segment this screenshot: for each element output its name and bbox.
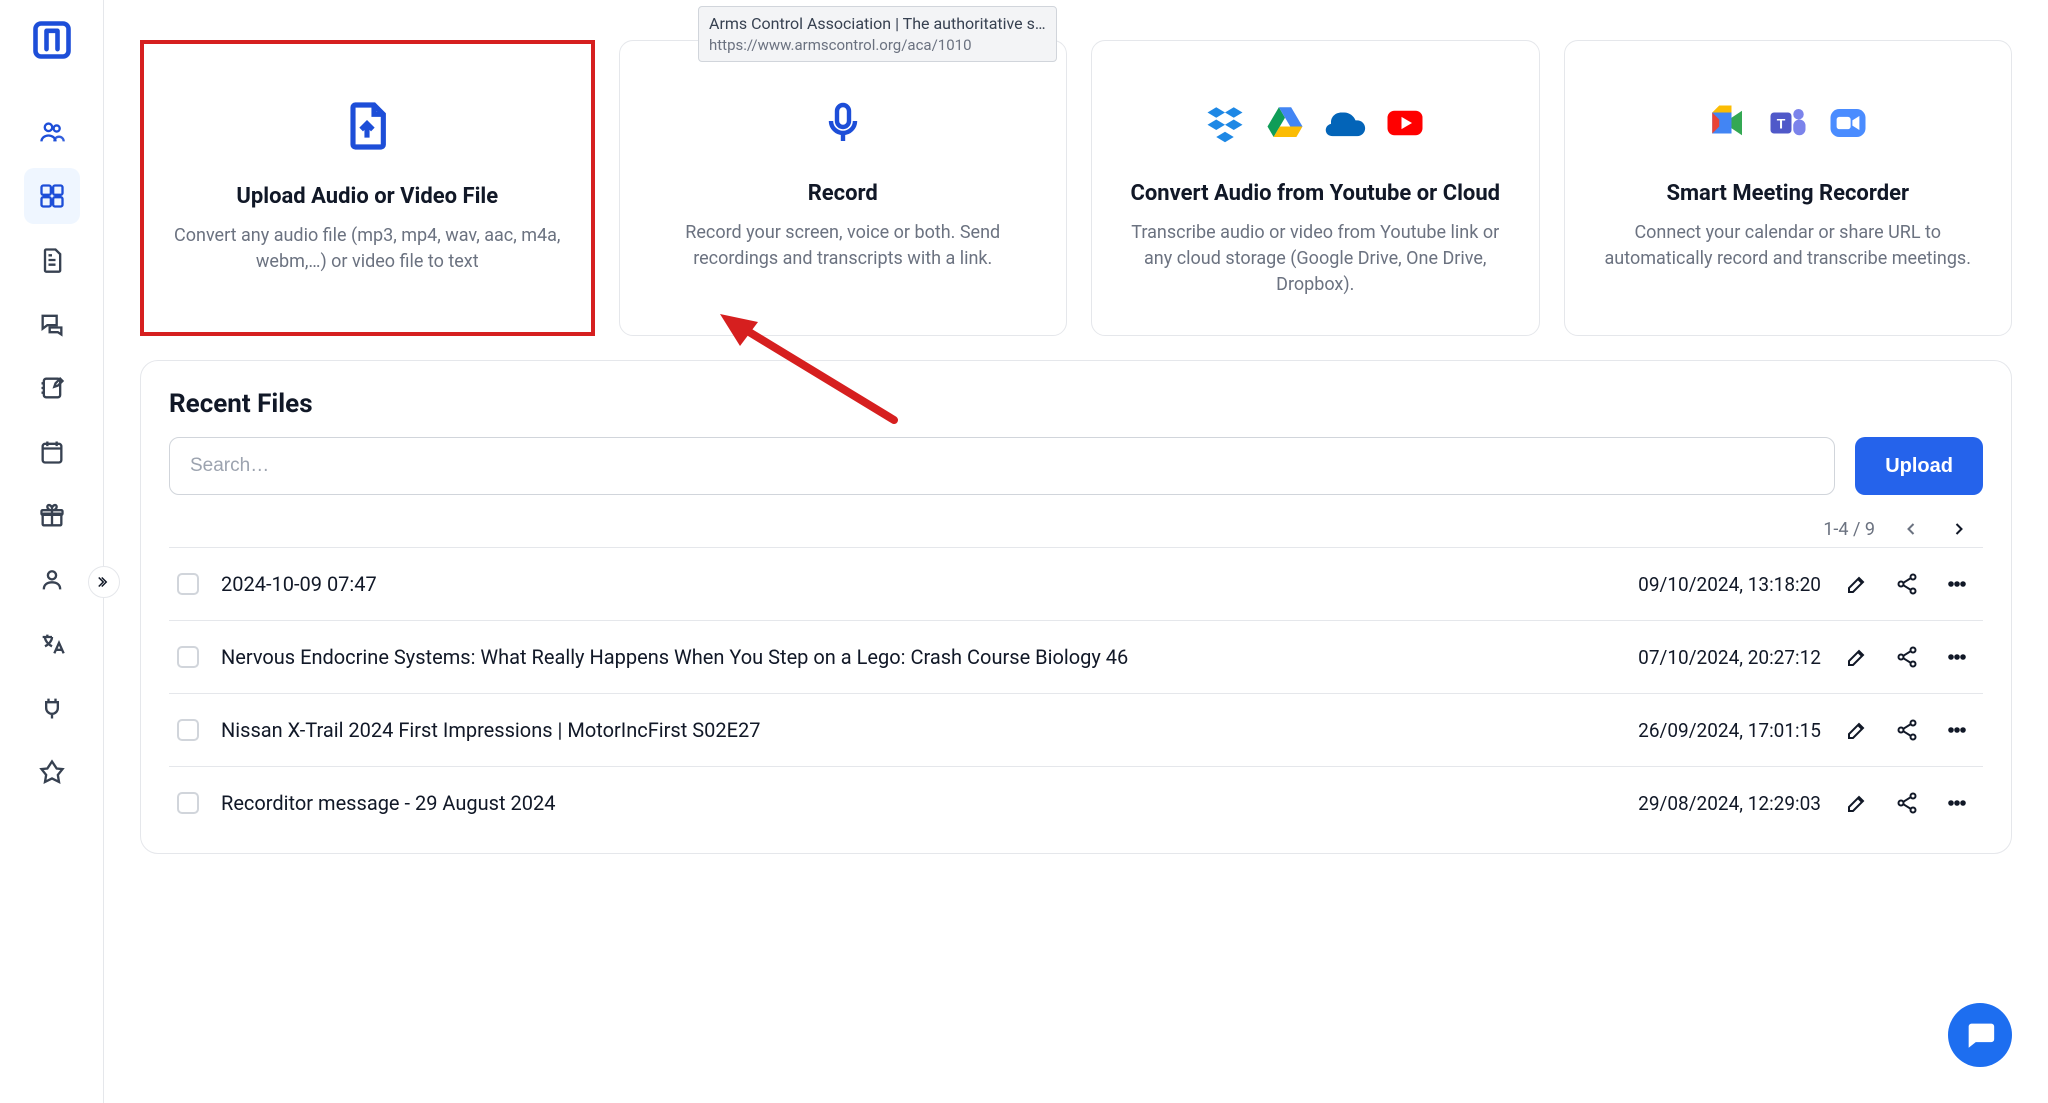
share-icon[interactable]: [1893, 643, 1921, 671]
onedrive-icon: [1324, 102, 1366, 144]
meeting-services-icons: T: [1707, 83, 1869, 163]
row-checkbox[interactable]: [177, 646, 199, 668]
card-upload-title: Upload Audio or Video File: [236, 184, 498, 209]
hover-tooltip: Arms Control Association | The authorita…: [698, 6, 1057, 62]
tooltip-title: Arms Control Association | The authorita…: [709, 13, 1046, 35]
nav-premium-icon[interactable]: [24, 744, 80, 800]
more-icon[interactable]: [1943, 716, 1971, 744]
card-cloud-title: Convert Audio from Youtube or Cloud: [1130, 181, 1500, 206]
svg-text:T: T: [1776, 115, 1785, 131]
google-drive-icon: [1264, 102, 1306, 144]
more-icon[interactable]: [1943, 789, 1971, 817]
row-checkbox[interactable]: [177, 719, 199, 741]
edit-icon[interactable]: [1843, 716, 1871, 744]
card-upload-desc: Convert any audio file (mp3, mp4, wav, a…: [168, 223, 567, 275]
file-name: 2024-10-09 07:47: [221, 572, 1549, 596]
nav-calendar-icon[interactable]: [24, 424, 80, 480]
file-list: 2024-10-09 07:47 09/10/2024, 13:18:20 Ne…: [169, 547, 1983, 839]
microphone-icon: [819, 83, 867, 163]
share-icon[interactable]: [1893, 570, 1921, 598]
nav-gift-icon[interactable]: [24, 488, 80, 544]
search-row: Upload: [169, 437, 1983, 495]
file-name: Nissan X-Trail 2024 First Impressions | …: [221, 718, 1549, 742]
dropbox-icon: [1204, 102, 1246, 144]
card-cloud-convert[interactable]: Convert Audio from Youtube or Cloud Tran…: [1091, 40, 1540, 336]
file-name: Recorditor message - 29 August 2024: [221, 791, 1549, 815]
file-date: 29/08/2024, 12:29:03: [1571, 792, 1821, 815]
chat-support-button[interactable]: [1948, 1003, 2012, 1067]
nav-language-icon[interactable]: [24, 616, 80, 672]
upload-file-icon: [339, 86, 395, 166]
recent-files-panel: Recent Files Upload 1-4 / 9 2024-10-09 0…: [140, 360, 2012, 854]
more-icon[interactable]: [1943, 570, 1971, 598]
edit-icon[interactable]: [1843, 643, 1871, 671]
file-date: 26/09/2024, 17:01:15: [1571, 719, 1821, 742]
card-meeting-recorder[interactable]: T Smart Meeting Recorder Connect your ca…: [1564, 40, 2013, 336]
main-content: Upload Audio or Video File Convert any a…: [104, 0, 2048, 1103]
pagination-next-button[interactable]: [1947, 517, 1971, 541]
card-record-desc: Record your screen, voice or both. Send …: [644, 220, 1043, 272]
search-input[interactable]: [169, 437, 1835, 495]
sidebar: [0, 0, 104, 1103]
app-logo[interactable]: [24, 12, 80, 68]
row-checkbox[interactable]: [177, 573, 199, 595]
share-icon[interactable]: [1893, 716, 1921, 744]
pagination: 1-4 / 9: [169, 507, 1983, 547]
nav-dashboard-icon[interactable]: [24, 168, 80, 224]
nav-document-icon[interactable]: [24, 232, 80, 288]
file-row[interactable]: Recorditor message - 29 August 2024 29/0…: [169, 766, 1983, 839]
file-row[interactable]: Nervous Endocrine Systems: What Really H…: [169, 620, 1983, 693]
card-record[interactable]: Record Record your screen, voice or both…: [619, 40, 1068, 336]
file-date: 07/10/2024, 20:27:12: [1571, 646, 1821, 669]
edit-icon[interactable]: [1843, 570, 1871, 598]
pagination-label: 1-4 / 9: [1823, 519, 1875, 540]
file-date: 09/10/2024, 13:18:20: [1571, 573, 1821, 596]
edit-icon[interactable]: [1843, 789, 1871, 817]
nav-chat-icon[interactable]: [24, 296, 80, 352]
nav-team-icon[interactable]: [24, 104, 80, 160]
card-upload-file[interactable]: Upload Audio or Video File Convert any a…: [140, 40, 595, 336]
zoom-icon: [1827, 102, 1869, 144]
card-meeting-title: Smart Meeting Recorder: [1666, 181, 1909, 206]
card-cloud-desc: Transcribe audio or video from Youtube l…: [1116, 220, 1515, 298]
card-meeting-desc: Connect your calendar or share URL to au…: [1589, 220, 1988, 272]
youtube-icon: [1384, 102, 1426, 144]
cloud-services-icons: [1204, 83, 1426, 163]
nav-profile-icon[interactable]: [24, 552, 80, 608]
action-cards-row: Upload Audio or Video File Convert any a…: [140, 40, 2012, 336]
row-checkbox[interactable]: [177, 792, 199, 814]
file-row[interactable]: 2024-10-09 07:47 09/10/2024, 13:18:20: [169, 547, 1983, 620]
file-name: Nervous Endocrine Systems: What Really H…: [221, 645, 1549, 669]
tooltip-url: https://www.armscontrol.org/aca/1010: [709, 35, 1046, 55]
nav-integrations-icon[interactable]: [24, 680, 80, 736]
recent-files-heading: Recent Files: [169, 389, 1983, 419]
nav-notebook-icon[interactable]: [24, 360, 80, 416]
share-icon[interactable]: [1893, 789, 1921, 817]
pagination-prev-button[interactable]: [1899, 517, 1923, 541]
microsoft-teams-icon: T: [1767, 102, 1809, 144]
google-meet-icon: [1707, 102, 1749, 144]
more-icon[interactable]: [1943, 643, 1971, 671]
card-record-title: Record: [808, 181, 878, 206]
upload-button[interactable]: Upload: [1855, 437, 1983, 495]
file-row[interactable]: Nissan X-Trail 2024 First Impressions | …: [169, 693, 1983, 766]
